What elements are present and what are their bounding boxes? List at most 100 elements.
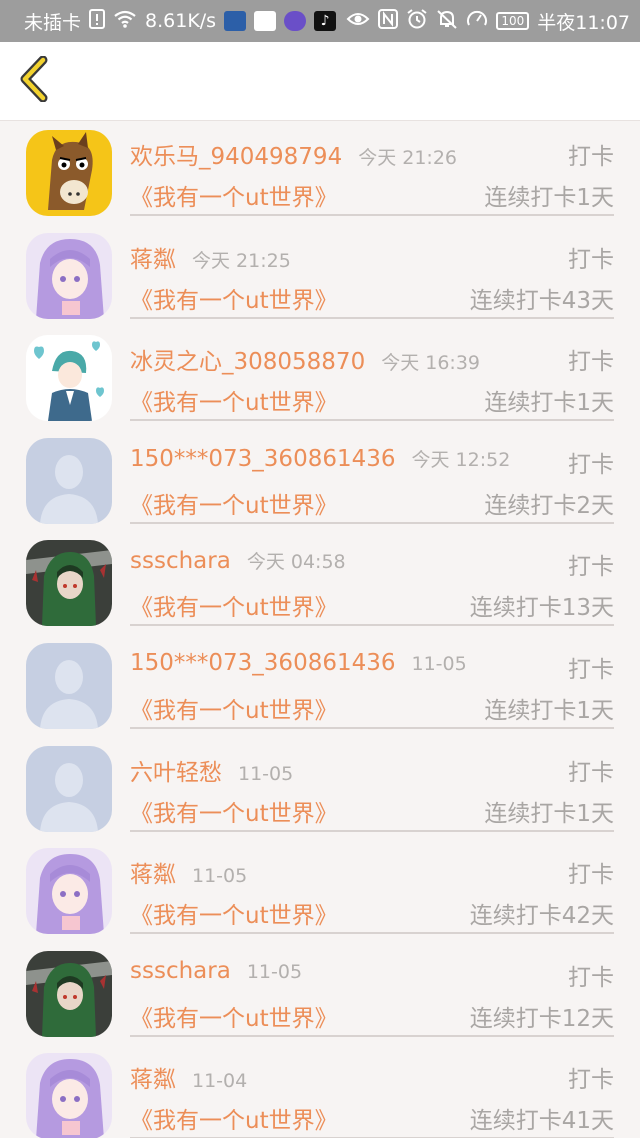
entry-action: 打卡 (568, 1067, 614, 1094)
entry-name-line: 150***073_360861436 今天 12:52 (130, 445, 510, 472)
entry-content: 150***073_360861436 今天 12:52 打卡 《我有一个ut世界… (130, 429, 614, 524)
entry-content: ssschara 11-05 打卡 《我有一个ut世界》 连续打卡12天 (130, 942, 614, 1037)
checkin-streak: 连续打卡12天 (469, 1005, 614, 1032)
entry-action: 打卡 (568, 656, 614, 683)
list-item[interactable]: 六叶轻愁 11-05 打卡 《我有一个ut世界》 连续打卡1天 (0, 737, 640, 840)
entry-action: 打卡 (568, 349, 614, 376)
status-bar-left: 未插卡 8.61K/s ♪ (24, 8, 337, 35)
entry-time: 今天 12:52 (411, 448, 511, 471)
checkin-streak: 连续打卡2天 (484, 492, 614, 519)
user-name[interactable]: 蒋粼 (130, 1067, 176, 1093)
anime-girl-purple-avatar[interactable] (26, 1053, 112, 1138)
sim-alert-icon (89, 8, 106, 34)
anime-boy-hearts-avatar[interactable] (26, 335, 112, 422)
entry-name-line: 蒋粼 今天 21:25 (130, 240, 291, 274)
entry-action: 打卡 (568, 554, 614, 581)
mute-icon (436, 9, 458, 34)
book-title[interactable]: 《我有一个ut世界》 (130, 794, 338, 828)
status-bar-right: 100 半夜11:07 (346, 8, 630, 35)
checkin-list[interactable]: 欢乐马_940498794 今天 21:26 打卡 《我有一个ut世界》 连续打卡… (0, 121, 640, 1138)
alarm-icon (406, 8, 428, 34)
book-title[interactable]: 《我有一个ut世界》 (130, 1101, 338, 1135)
checkin-streak: 连续打卡43天 (469, 287, 614, 314)
battery-indicator: 100 (496, 12, 530, 30)
horse-avatar[interactable] (26, 130, 112, 216)
entry-name-line: 蒋粼 11-04 (130, 1060, 247, 1094)
eye-icon (346, 9, 370, 34)
list-item[interactable]: ssschara 11-05 打卡 《我有一个ut世界》 连续打卡12天 (0, 942, 640, 1045)
user-name[interactable]: ssschara (130, 958, 231, 984)
app-icon-2 (254, 11, 277, 31)
list-item[interactable]: 蒋粼 今天 21:25 打卡 《我有一个ut世界》 连续打卡43天 (0, 224, 640, 327)
checkin-streak: 连续打卡42天 (469, 903, 614, 930)
list-item[interactable]: 蒋粼 11-05 打卡 《我有一个ut世界》 连续打卡42天 (0, 839, 640, 942)
entry-action: 打卡 (568, 451, 614, 478)
checkin-streak: 连续打卡41天 (469, 1108, 614, 1135)
entry-content: 150***073_360861436 11-05 打卡 《我有一个ut世界》 连… (130, 634, 614, 729)
carrier-text: 未插卡 (24, 11, 82, 34)
book-title[interactable]: 《我有一个ut世界》 (130, 691, 338, 725)
entry-time: 11-05 (192, 865, 248, 888)
user-name[interactable]: 150***073_360861436 (130, 650, 396, 676)
entry-content: 蒋粼 今天 21:25 打卡 《我有一个ut世界》 连续打卡43天 (130, 224, 614, 319)
entry-time: 今天 16:39 (381, 352, 480, 375)
user-name[interactable]: 冰灵之心_308058870 (130, 349, 365, 375)
entry-time: 今天 04:58 (246, 551, 346, 574)
user-name[interactable]: 欢乐马_940498794 (130, 144, 342, 170)
entry-time: 今天 21:25 (192, 249, 291, 272)
anime-girl-purple-avatar[interactable] (26, 232, 112, 319)
book-title[interactable]: 《我有一个ut世界》 (130, 896, 338, 930)
entry-content: 六叶轻愁 11-05 打卡 《我有一个ut世界》 连续打卡1天 (130, 737, 614, 832)
entry-time: 11-05 (246, 960, 303, 983)
app-icon-3 (284, 11, 307, 31)
book-title[interactable]: 《我有一个ut世界》 (130, 281, 338, 315)
default-user-avatar[interactable] (26, 642, 112, 729)
entry-action: 打卡 (568, 144, 614, 170)
entry-time: 今天 21:26 (358, 147, 457, 169)
checkin-streak: 连续打卡1天 (484, 185, 614, 211)
app-icon-1 (224, 11, 247, 31)
book-title[interactable]: 《我有一个ut世界》 (130, 999, 338, 1033)
back-button[interactable] (12, 54, 56, 108)
green-hood-avatar[interactable] (26, 540, 112, 627)
green-hood-avatar[interactable] (26, 950, 112, 1037)
entry-name-line: 150***073_360861436 11-05 (130, 650, 467, 676)
list-item[interactable]: 150***073_360861436 今天 12:52 打卡 《我有一个ut世界… (0, 429, 640, 532)
chevron-left-icon (17, 55, 51, 106)
entry-action: 打卡 (568, 964, 614, 991)
anime-girl-purple-avatar[interactable] (26, 848, 112, 935)
default-user-avatar[interactable] (26, 437, 112, 524)
book-title[interactable]: 《我有一个ut世界》 (130, 383, 338, 417)
user-name[interactable]: 150***073_360861436 (130, 446, 396, 472)
header-bar (0, 42, 640, 121)
entry-name-line: ssschara 11-05 (130, 958, 302, 984)
checkin-streak: 连续打卡1天 (484, 390, 614, 417)
entry-action: 打卡 (568, 759, 614, 786)
default-user-avatar[interactable] (26, 745, 112, 832)
checkin-streak: 连续打卡1天 (484, 697, 614, 724)
entry-name-line: ssschara 今天 04:58 (130, 547, 346, 574)
user-name[interactable]: 六叶轻愁 (130, 760, 222, 786)
entry-time: 11-05 (238, 762, 294, 785)
wifi-icon (113, 9, 137, 34)
list-item[interactable]: 欢乐马_940498794 今天 21:26 打卡 《我有一个ut世界》 连续打卡… (0, 121, 640, 224)
user-name[interactable]: 蒋粼 (130, 862, 176, 888)
speedometer-icon (466, 9, 488, 34)
checkin-streak: 连续打卡13天 (469, 595, 614, 622)
list-item[interactable]: 冰灵之心_308058870 今天 16:39 打卡 《我有一个ut世界》 连续打… (0, 326, 640, 429)
nfc-icon (378, 8, 399, 34)
entry-time: 11-04 (192, 1070, 248, 1093)
status-bar: 未插卡 8.61K/s ♪ 100 半夜11:07 (0, 0, 640, 42)
book-title[interactable]: 《我有一个ut世界》 (130, 486, 338, 520)
entry-content: 蒋粼 11-04 打卡 《我有一个ut世界》 连续打卡41天 (130, 1044, 614, 1138)
list-item[interactable]: 蒋粼 11-04 打卡 《我有一个ut世界》 连续打卡41天 (0, 1044, 640, 1138)
checkin-streak: 连续打卡1天 (484, 800, 614, 827)
book-title[interactable]: 《我有一个ut世界》 (130, 588, 338, 622)
book-title[interactable]: 《我有一个ut世界》 (130, 178, 338, 212)
list-item[interactable]: ssschara 今天 04:58 打卡 《我有一个ut世界》 连续打卡13天 (0, 531, 640, 634)
entry-action: 打卡 (568, 862, 614, 889)
user-name[interactable]: ssschara (130, 548, 231, 574)
list-item[interactable]: 150***073_360861436 11-05 打卡 《我有一个ut世界》 连… (0, 634, 640, 737)
clock: 半夜11:07 (537, 11, 630, 34)
user-name[interactable]: 蒋粼 (130, 247, 176, 273)
